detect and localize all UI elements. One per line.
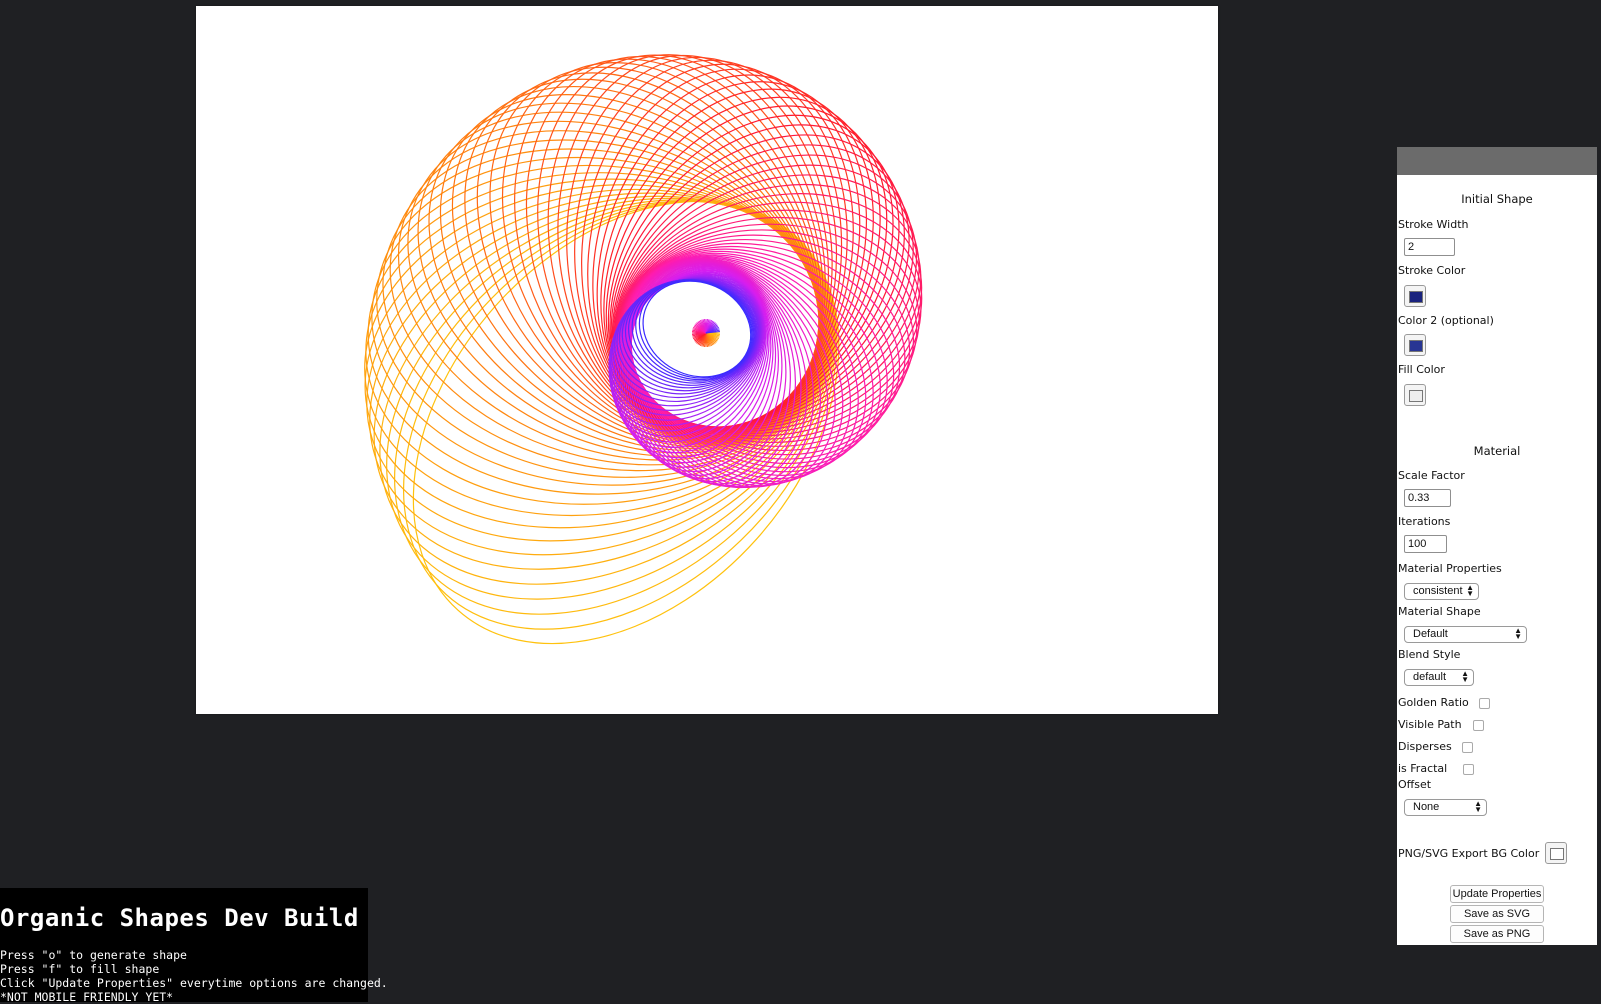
disperses-checkbox[interactable] [1462, 742, 1473, 753]
offset-label: Offset [1398, 778, 1432, 791]
scale-factor-label: Scale Factor [1398, 469, 1465, 482]
material-properties-label: Material Properties [1398, 562, 1502, 575]
offset-select[interactable]: None ▲ ▼ [1404, 799, 1487, 816]
fill-color-swatch [1409, 390, 1423, 402]
info-panel: Organic Shapes Dev Build Press "o" to ge… [0, 888, 388, 1004]
material-shape-select[interactable]: Default ▲ ▼ [1404, 626, 1527, 643]
color2-label: Color 2 (optional) [1398, 314, 1494, 327]
select-arrows-icon: ▲ ▼ [1466, 583, 1474, 598]
iterations-input[interactable]: 100 [1404, 535, 1447, 553]
golden-ratio-checkbox[interactable] [1479, 698, 1490, 709]
blend-style-select[interactable]: default ▲ ▼ [1404, 669, 1474, 686]
golden-ratio-label: Golden Ratio [1398, 696, 1469, 709]
select-arrows-icon: ▲ ▼ [1474, 799, 1482, 814]
stroke-width-input[interactable]: 2 [1404, 238, 1455, 256]
initial-shape-heading: Initial Shape [1461, 192, 1533, 206]
fill-color-picker[interactable] [1404, 384, 1426, 406]
shape-ring [397, 130, 825, 461]
stroke-width-label: Stroke Width [1398, 218, 1469, 231]
export-bg-color-picker[interactable] [1545, 842, 1567, 864]
material-heading: Material [1473, 444, 1521, 458]
instruction-update: Click "Update Properties" everytime opti… [0, 976, 388, 990]
fill-color-label: Fill Color [1398, 363, 1445, 376]
visible-path-label: Visible Path [1398, 718, 1462, 731]
color2-picker[interactable] [1404, 334, 1426, 356]
properties-panel: Initial Shape Stroke Width 2 Stroke Colo… [1397, 147, 1597, 945]
select-arrows-icon: ▲ ▼ [1514, 626, 1522, 641]
save-png-button[interactable]: Save as PNG [1450, 925, 1544, 943]
is-fractal-checkbox[interactable] [1463, 764, 1474, 775]
export-bg-color-swatch [1550, 848, 1564, 860]
blend-style-label: Blend Style [1398, 648, 1461, 661]
stroke-color-label: Stroke Color [1398, 264, 1466, 277]
material-shape-label: Material Shape [1398, 605, 1481, 618]
save-svg-button[interactable]: Save as SVG [1450, 905, 1544, 923]
app-title: Organic Shapes Dev Build [0, 904, 359, 932]
drawing-canvas[interactable] [196, 6, 1218, 714]
panel-drag-header[interactable] [1397, 147, 1597, 175]
export-bg-color-label: PNG/SVG Export BG Color [1398, 847, 1540, 860]
disperses-label: Disperses [1398, 740, 1452, 753]
scale-factor-input[interactable]: 0.33 [1404, 489, 1451, 507]
instruction-fill: Press "f" to fill shape [0, 962, 160, 976]
offset-value: None [1413, 801, 1440, 813]
select-arrows-icon: ▲ ▼ [1461, 669, 1469, 684]
organic-shape-artwork [364, 54, 923, 645]
color2-swatch [1409, 340, 1423, 352]
stroke-color-swatch [1409, 291, 1423, 303]
material-properties-value: consistent [1413, 585, 1463, 597]
iterations-label: Iterations [1398, 515, 1451, 528]
blend-style-value: default [1413, 671, 1447, 683]
update-properties-button[interactable]: Update Properties [1450, 885, 1544, 903]
is-fractal-label: is Fractal [1398, 762, 1448, 775]
stroke-color-picker[interactable] [1404, 285, 1426, 307]
instruction-generate: Press "o" to generate shape [0, 948, 187, 962]
material-properties-select[interactable]: consistent ▲ ▼ [1404, 583, 1479, 600]
visible-path-checkbox[interactable] [1473, 720, 1484, 731]
material-shape-value: Default [1413, 628, 1448, 640]
